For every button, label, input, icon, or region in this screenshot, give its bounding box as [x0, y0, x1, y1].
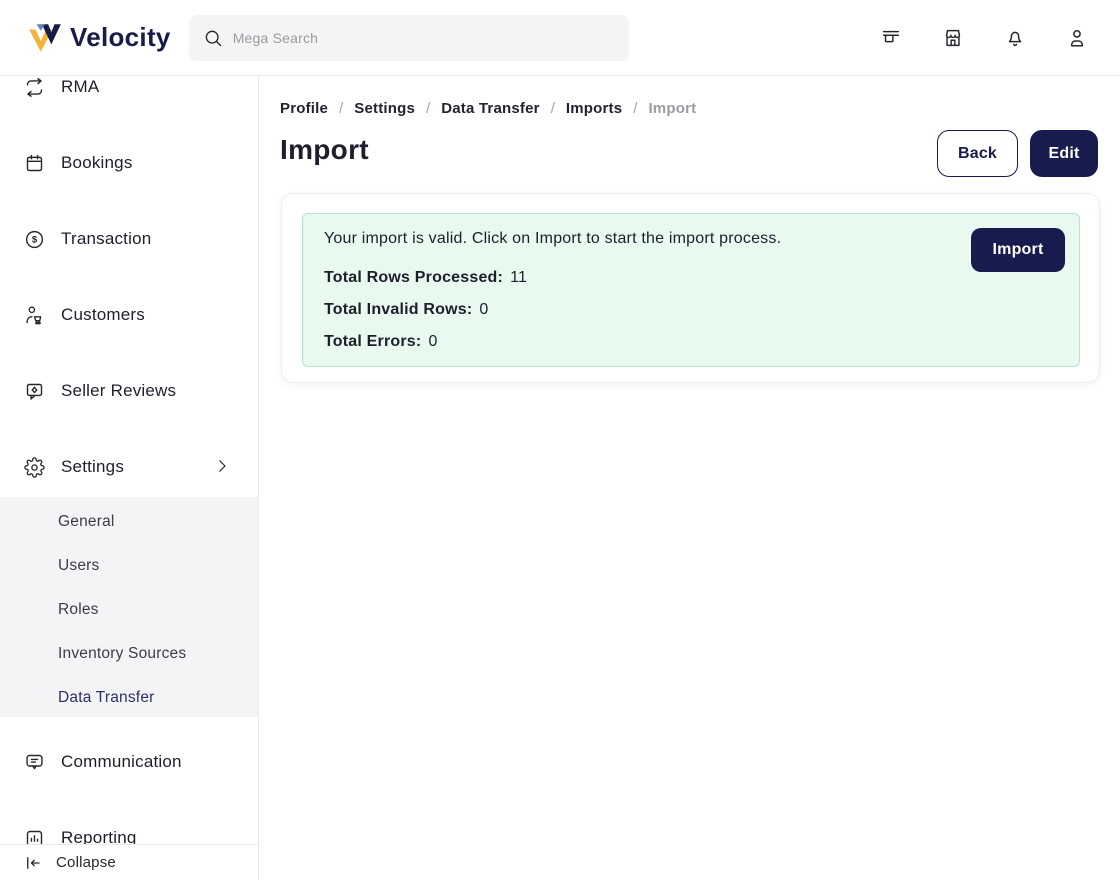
submenu-item-inventory-sources[interactable]: Inventory Sources: [0, 632, 259, 676]
storefront-icon[interactable]: [880, 27, 902, 49]
collapse-label: Collapse: [56, 854, 116, 871]
stat-label: Total Rows Processed:: [324, 269, 503, 286]
submenu-item-roles[interactable]: Roles: [0, 588, 259, 632]
sidebar-item-label: Bookings: [61, 153, 133, 173]
breadcrumb-separator: /: [339, 100, 343, 117]
bell-icon[interactable]: [1004, 27, 1026, 49]
store-icon[interactable]: [942, 27, 964, 49]
top-header: Velocity: [0, 0, 1120, 76]
back-button[interactable]: Back: [937, 130, 1018, 177]
sidebar-item-label: Transaction: [61, 229, 151, 249]
sidebar-item-bookings[interactable]: Bookings: [0, 143, 259, 183]
sidebar-item-label: Communication: [61, 752, 182, 772]
header-actions: [880, 0, 1088, 76]
breadcrumb-profile[interactable]: Profile: [280, 100, 328, 117]
review-bubble-icon: [24, 381, 45, 402]
chevron-right-icon: [213, 457, 231, 475]
breadcrumb-import-current: Import: [648, 100, 696, 117]
breadcrumb-separator: /: [426, 100, 430, 117]
sidebar-item-communication[interactable]: Communication: [0, 742, 259, 782]
stat-value: 11: [510, 269, 527, 286]
stat-total-errors: Total Errors: 0: [324, 331, 438, 353]
brand-logo[interactable]: Velocity: [26, 19, 171, 57]
sidebar-collapse-button[interactable]: Collapse: [0, 844, 259, 880]
app-window: Velocity: [0, 0, 1120, 880]
dollar-circle-icon: $: [24, 229, 45, 250]
submenu-item-users[interactable]: Users: [0, 544, 259, 588]
stat-value: 0: [479, 301, 488, 318]
search-icon: [203, 28, 223, 48]
breadcrumb-imports[interactable]: Imports: [566, 100, 622, 117]
breadcrumb: Profile / Settings / Data Transfer / Imp…: [280, 100, 696, 117]
stat-total-rows-processed: Total Rows Processed: 11: [324, 267, 527, 289]
submenu-item-data-transfer[interactable]: Data Transfer: [0, 676, 259, 720]
stat-label: Total Errors:: [324, 333, 421, 350]
collapse-icon: [24, 854, 42, 872]
stat-total-invalid-rows: Total Invalid Rows: 0: [324, 299, 489, 321]
breadcrumb-separator: /: [551, 100, 555, 117]
edit-button[interactable]: Edit: [1030, 130, 1098, 177]
customer-cart-icon: [24, 305, 45, 326]
page-title: Import: [280, 134, 369, 166]
sidebar: RMA Bookings $ Transaction: [0, 76, 259, 880]
sidebar-item-customers[interactable]: Customers: [0, 295, 259, 335]
sidebar-item-settings[interactable]: Settings: [0, 447, 259, 487]
sidebar-item-label: Seller Reviews: [61, 381, 176, 401]
chat-icon: [24, 752, 45, 773]
mega-search-bar[interactable]: [189, 15, 629, 61]
import-button[interactable]: Import: [971, 228, 1065, 272]
search-input[interactable]: [233, 30, 593, 46]
stat-label: Total Invalid Rows:: [324, 301, 472, 318]
submenu-item-general[interactable]: General: [0, 500, 259, 544]
stat-value: 0: [428, 333, 437, 350]
gear-icon: [24, 457, 45, 478]
breadcrumb-separator: /: [633, 100, 637, 117]
sidebar-item-label: Settings: [61, 457, 124, 477]
main-content: Profile / Settings / Data Transfer / Imp…: [260, 76, 1120, 880]
page-actions: Back Edit: [937, 130, 1098, 177]
calendar-icon: [24, 153, 45, 174]
sidebar-item-seller-reviews[interactable]: Seller Reviews: [0, 371, 259, 411]
breadcrumb-data-transfer[interactable]: Data Transfer: [441, 100, 539, 117]
sidebar-item-label: Customers: [61, 305, 145, 325]
brand-name: Velocity: [70, 22, 171, 53]
svg-text:$: $: [32, 234, 38, 245]
import-status-card: Your import is valid. Click on Import to…: [281, 193, 1100, 383]
breadcrumb-settings[interactable]: Settings: [354, 100, 415, 117]
import-valid-message: Your import is valid. Click on Import to…: [324, 228, 781, 250]
sidebar-item-transaction[interactable]: $ Transaction: [0, 219, 259, 259]
velocity-logo-icon: [26, 19, 64, 57]
user-icon[interactable]: [1066, 27, 1088, 49]
sidebar-item-rma[interactable]: RMA: [0, 76, 259, 107]
settings-submenu: General Users Roles Inventory Sources Da…: [0, 497, 259, 717]
sidebar-item-label: RMA: [61, 77, 99, 97]
import-success-alert: Your import is valid. Click on Import to…: [302, 213, 1080, 367]
rma-swap-icon: [24, 77, 45, 98]
